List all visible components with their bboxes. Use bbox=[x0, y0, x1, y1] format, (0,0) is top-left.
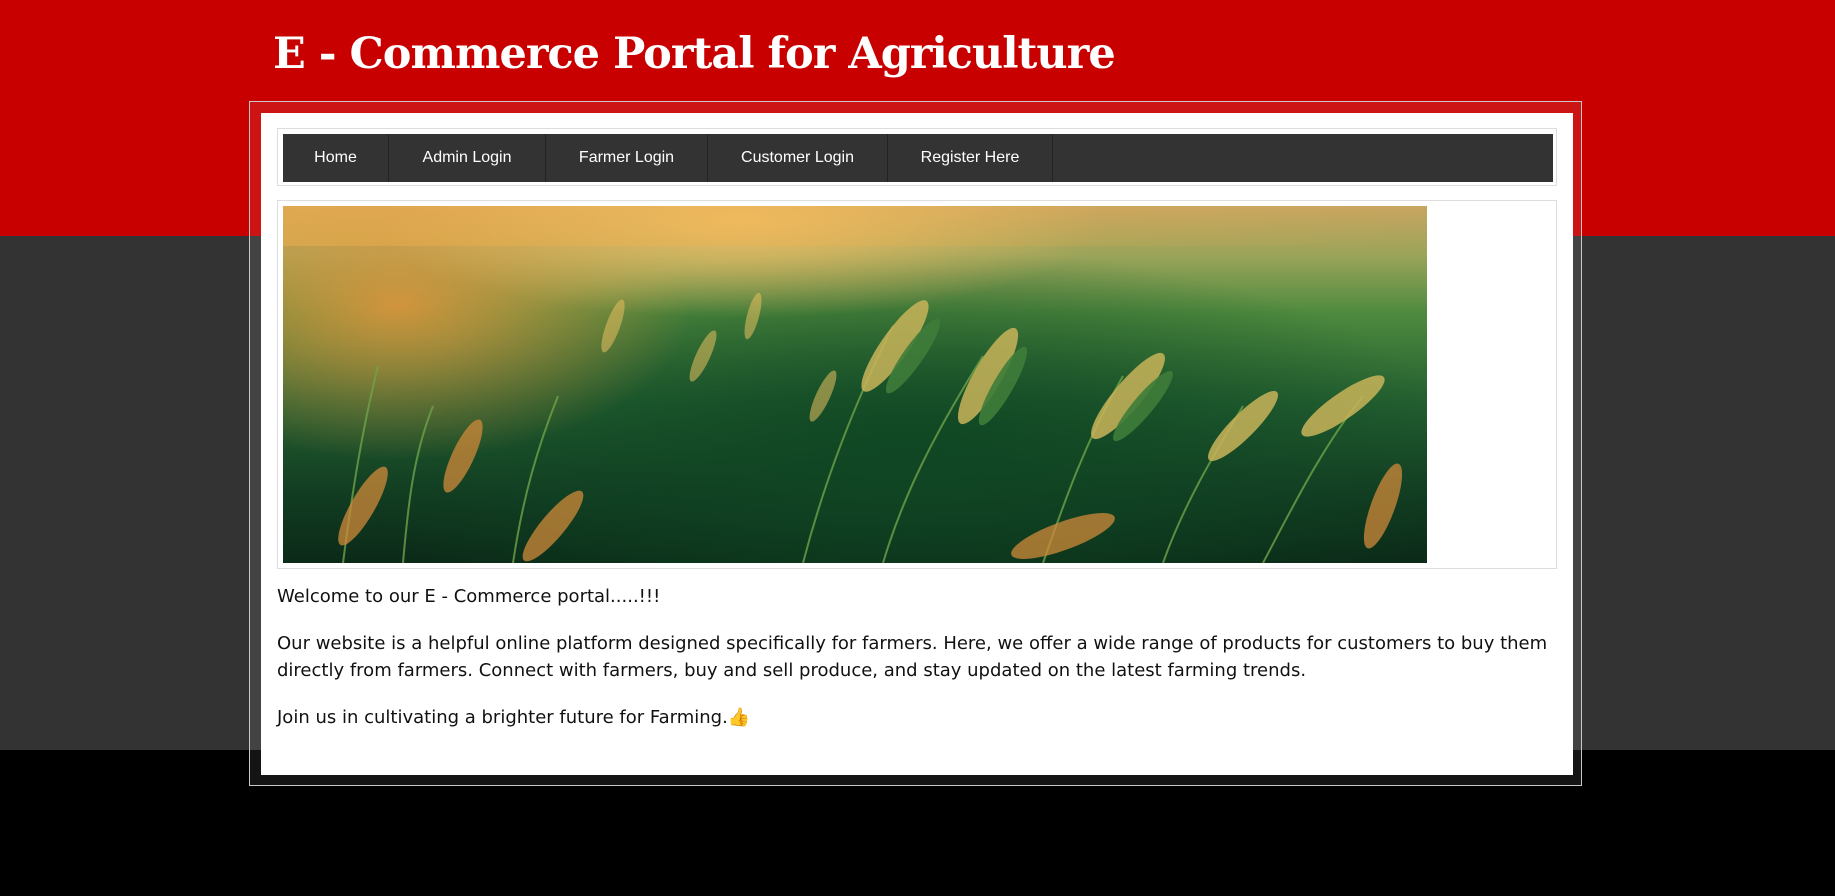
nav-container: Home Admin Login Farmer Login Customer L… bbox=[277, 128, 1557, 186]
nav-farmer-login[interactable]: Farmer Login bbox=[546, 134, 708, 182]
banner-container bbox=[277, 200, 1557, 569]
wheat-field-banner-image bbox=[283, 206, 1427, 563]
site-title: E - Commerce Portal for Agriculture bbox=[273, 29, 1116, 79]
nav-customer-login[interactable]: Customer Login bbox=[708, 134, 888, 182]
nav-register-here[interactable]: Register Here bbox=[888, 134, 1053, 182]
content-panel: Home Admin Login Farmer Login Customer L… bbox=[261, 113, 1573, 775]
nav-home[interactable]: Home bbox=[283, 134, 389, 182]
welcome-text: Welcome to our E - Commerce portal.....!… bbox=[277, 586, 661, 607]
about-text: Our website is a helpful online platform… bbox=[277, 633, 1548, 681]
page: E - Commerce Portal for Agriculture Home… bbox=[0, 0, 1835, 896]
join-line: Join us in cultivating a brighter future… bbox=[277, 704, 750, 731]
wheat-illustration bbox=[283, 206, 1427, 563]
join-text: Join us in cultivating a brighter future… bbox=[277, 707, 728, 728]
nav-admin-login[interactable]: Admin Login bbox=[389, 134, 546, 182]
thumbs-up-icon: 👍 bbox=[727, 707, 751, 728]
navbar: Home Admin Login Farmer Login Customer L… bbox=[283, 134, 1553, 182]
